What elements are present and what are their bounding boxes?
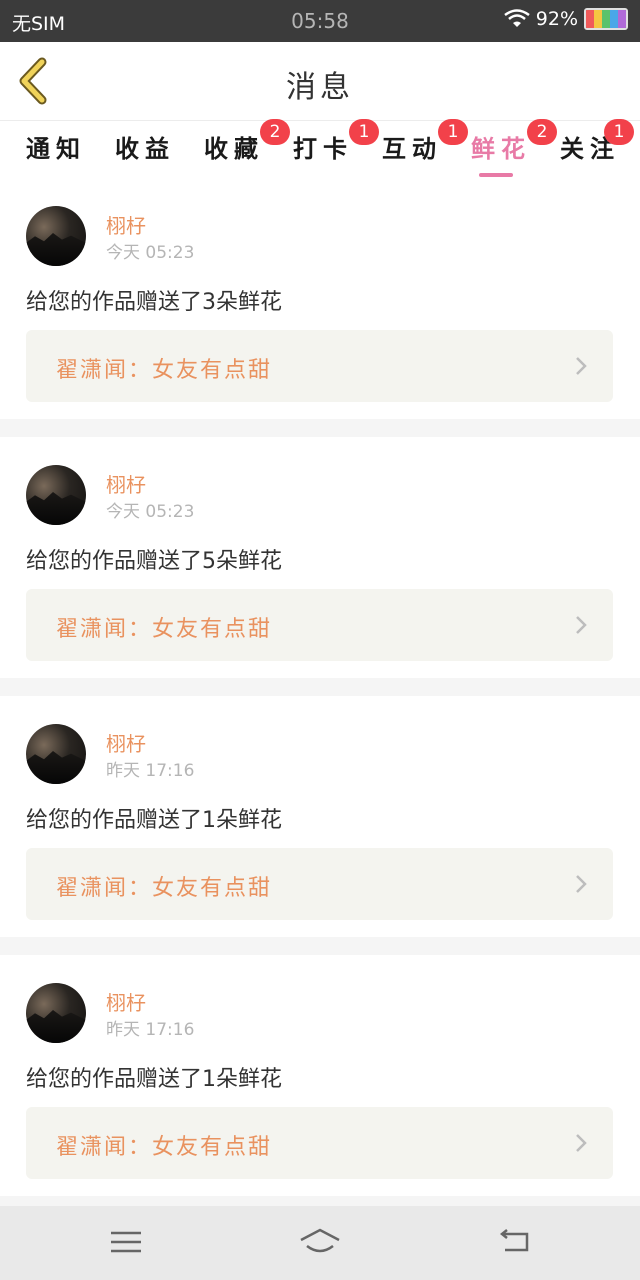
avatar[interactable] bbox=[26, 983, 86, 1043]
battery-percent: 92% bbox=[535, 8, 578, 30]
chevron-right-icon bbox=[576, 616, 587, 634]
message-text: 给您的作品赠送了1朵鲜花 bbox=[26, 808, 282, 833]
sender-name[interactable]: 栩杍 bbox=[106, 210, 146, 239]
work-title: 翟潇闻：女友有点甜 bbox=[56, 617, 273, 642]
sender-name[interactable]: 栩杍 bbox=[106, 987, 146, 1016]
wifi-icon bbox=[504, 9, 530, 27]
battery-icon bbox=[584, 8, 628, 30]
chevron-right-icon bbox=[576, 1134, 587, 1152]
work-title: 翟潇闻：女友有点甜 bbox=[56, 1135, 273, 1160]
work-title: 翟潇闻：女友有点甜 bbox=[56, 876, 273, 901]
message-card: 栩杍 昨天 17:16 给您的作品赠送了1朵鲜花 翟潇闻：女友有点甜 bbox=[0, 959, 640, 1199]
header: 消息 bbox=[0, 42, 640, 121]
work-link[interactable]: 翟潇闻：女友有点甜 bbox=[26, 589, 613, 661]
status-bar: 无SIM 05:58 92% bbox=[0, 0, 640, 42]
tab-badge: 1 bbox=[349, 119, 379, 145]
tab-bar: 通知 收益 收藏 2 打卡 1 互动 1 鲜花 2 关注 1 bbox=[0, 119, 640, 181]
work-title: 翟潇闻：女友有点甜 bbox=[56, 358, 273, 383]
chevron-right-icon bbox=[576, 875, 587, 893]
card-separator bbox=[0, 937, 640, 955]
work-link[interactable]: 翟潇闻：女友有点甜 bbox=[26, 330, 613, 402]
message-text: 给您的作品赠送了3朵鲜花 bbox=[26, 290, 282, 315]
tab-interaction[interactable]: 互动 1 bbox=[382, 119, 468, 164]
chevron-right-icon bbox=[576, 357, 587, 375]
card-separator bbox=[0, 419, 640, 437]
tab-badge: 2 bbox=[527, 119, 557, 145]
work-link[interactable]: 翟潇闻：女友有点甜 bbox=[26, 848, 613, 920]
status-right: 92% bbox=[504, 8, 628, 30]
tab-label: 通知 bbox=[26, 135, 86, 163]
tab-flowers[interactable]: 鲜花 2 bbox=[471, 119, 557, 177]
page-title: 消息 bbox=[286, 70, 354, 105]
active-tab-indicator bbox=[479, 173, 513, 177]
message-text: 给您的作品赠送了5朵鲜花 bbox=[26, 549, 282, 574]
tab-badge: 2 bbox=[260, 119, 290, 145]
tab-label: 收藏 bbox=[204, 135, 264, 163]
tab-label: 鲜花 bbox=[471, 135, 531, 163]
system-nav-bar bbox=[0, 1206, 640, 1280]
sender-name[interactable]: 栩杍 bbox=[106, 469, 146, 498]
message-card: 栩杍 今天 05:23 给您的作品赠送了3朵鲜花 翟潇闻：女友有点甜 bbox=[0, 182, 640, 422]
home-icon[interactable] bbox=[298, 1226, 342, 1258]
avatar[interactable] bbox=[26, 206, 86, 266]
card-separator bbox=[0, 1196, 640, 1206]
tab-follow[interactable]: 关注 1 bbox=[560, 119, 634, 164]
work-link[interactable]: 翟潇闻：女友有点甜 bbox=[26, 1107, 613, 1179]
tab-checkin[interactable]: 打卡 1 bbox=[293, 119, 379, 164]
sender-name[interactable]: 栩杍 bbox=[106, 728, 146, 757]
tab-badge: 1 bbox=[438, 119, 468, 145]
tab-label: 收益 bbox=[115, 135, 175, 163]
tab-favorites[interactable]: 收藏 2 bbox=[204, 119, 290, 164]
message-time: 昨天 17:16 bbox=[106, 761, 195, 781]
tab-notice[interactable]: 通知 bbox=[26, 129, 86, 164]
tab-label: 打卡 bbox=[293, 135, 353, 163]
card-separator bbox=[0, 678, 640, 696]
avatar[interactable] bbox=[26, 724, 86, 784]
tab-earnings[interactable]: 收益 bbox=[115, 129, 175, 164]
message-card: 栩杍 昨天 17:16 给您的作品赠送了1朵鲜花 翟潇闻：女友有点甜 bbox=[0, 700, 640, 940]
message-text: 给您的作品赠送了1朵鲜花 bbox=[26, 1067, 282, 1092]
message-time: 今天 05:23 bbox=[106, 243, 195, 263]
message-time: 昨天 17:16 bbox=[106, 1020, 195, 1040]
message-time: 今天 05:23 bbox=[106, 502, 195, 522]
avatar[interactable] bbox=[26, 465, 86, 525]
tab-label: 互动 bbox=[382, 135, 442, 163]
menu-icon[interactable] bbox=[108, 1226, 144, 1258]
tab-badge: 1 bbox=[604, 119, 634, 145]
back-arrow-icon[interactable] bbox=[497, 1226, 533, 1258]
message-card: 栩杍 今天 05:23 给您的作品赠送了5朵鲜花 翟潇闻：女友有点甜 bbox=[0, 441, 640, 681]
